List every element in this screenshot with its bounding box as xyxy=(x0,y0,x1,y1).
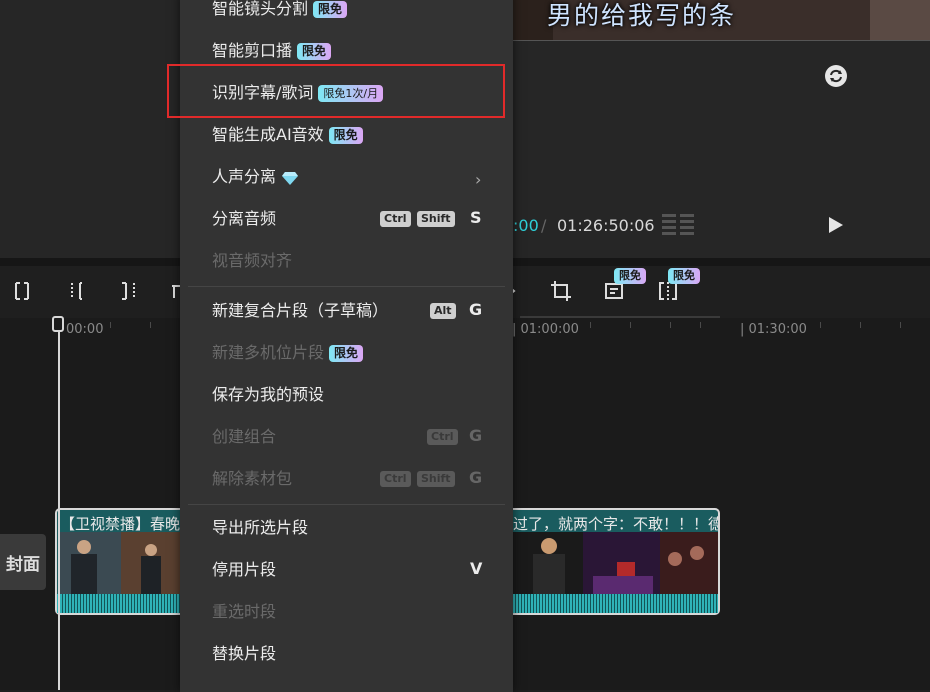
ruler-label: | 01:00:00 xyxy=(512,322,579,337)
shortcut-key: Ctrl xyxy=(427,429,458,445)
clip-title: 【卫视禁播】春晚 xyxy=(60,515,181,533)
free-badge: 限免 xyxy=(313,1,348,18)
menu-item-create-group: 创建组合 xyxy=(212,426,276,448)
menu-item-label: 人声分离 xyxy=(212,167,277,186)
menu-item-label: 智能镜头分割 xyxy=(212,0,309,18)
ruler-tick xyxy=(860,322,861,328)
free-badge: 限免 xyxy=(329,345,364,362)
menu-item-label: 重选时段 xyxy=(212,602,277,621)
menu-item-label: 导出所选片段 xyxy=(212,518,309,537)
play-button[interactable] xyxy=(826,215,846,235)
shortcut-key: Alt xyxy=(430,303,456,319)
media-panel xyxy=(0,0,180,258)
time-separator: / xyxy=(541,216,547,235)
ruler-label: 00:00 xyxy=(66,322,104,337)
delete-icon[interactable] xyxy=(170,280,180,302)
split-left-icon[interactable] xyxy=(66,280,88,302)
chevron-right-icon: › xyxy=(475,170,482,189)
ruler-label: | 01:30:00 xyxy=(740,322,807,337)
menu-item-label: 视音频对齐 xyxy=(212,251,293,270)
menu-item-export-selected[interactable]: 导出所选片段 xyxy=(212,517,308,539)
menu-item-av-align: 视音频对齐 xyxy=(212,250,292,272)
menu-item-label: 智能生成AI音效 xyxy=(212,125,324,144)
ruler-tick xyxy=(150,322,151,328)
video-subtitle: 男的给我写的条 xyxy=(547,1,737,30)
ruler-tick xyxy=(670,322,671,328)
shortcut-letter: G xyxy=(469,300,483,319)
current-time: :00 xyxy=(513,216,539,235)
menu-item-label: 解除素材包 xyxy=(212,469,293,488)
tool-free-badge: 限免 xyxy=(614,268,646,284)
ruler-tick xyxy=(110,322,111,328)
free-badge: 限免 xyxy=(328,127,363,144)
ruler-tick xyxy=(820,322,821,328)
clip-thumbnail xyxy=(59,532,121,594)
total-duration: 01:26:50:06 xyxy=(557,216,655,235)
clip-thumbnail xyxy=(121,532,180,594)
menu-item-label: 分离音频 xyxy=(212,209,277,228)
menu-item-label: 新建多机位片段 xyxy=(212,343,325,362)
menu-separator xyxy=(188,504,505,505)
menu-item-smart-talk-cut[interactable]: 智能剪口播 限免 xyxy=(212,40,332,62)
menu-item-save-preset[interactable]: 保存为我的预设 xyxy=(212,384,324,406)
split-right-icon[interactable] xyxy=(118,280,140,302)
menu-separator xyxy=(188,286,505,287)
menu-item-ungroup-package: 解除素材包 xyxy=(212,468,292,490)
menu-item-new-compound-clip[interactable]: 新建复合片段（子草稿） xyxy=(212,300,388,322)
ruler-tick xyxy=(700,322,701,328)
ruler-tick xyxy=(590,322,591,328)
ruler-tick xyxy=(900,322,901,328)
ruler-progress xyxy=(520,316,720,318)
shortcut-key: Ctrl xyxy=(380,211,411,227)
shortcut-letter: G xyxy=(469,426,483,445)
menu-item-new-multicam: 新建多机位片段 限免 xyxy=(212,342,364,364)
menu-item-label: 替换片段 xyxy=(212,644,277,663)
menu-item-disable-clip[interactable]: 停用片段 xyxy=(212,559,276,581)
loop-icon[interactable] xyxy=(823,63,849,89)
video-preview[interactable]: 男的给我写的条 xyxy=(513,0,930,41)
tool-free-badge: 限免 xyxy=(668,268,700,284)
shortcut-letter: G xyxy=(469,468,483,487)
shortcut-key: Ctrl xyxy=(380,471,411,487)
shortcut-key: Shift xyxy=(417,211,455,227)
highlight-annotation xyxy=(167,64,505,118)
playhead[interactable] xyxy=(58,322,60,690)
crop-icon[interactable] xyxy=(550,280,572,302)
shortcut-letter: V xyxy=(470,559,483,578)
diamond-icon xyxy=(282,171,299,185)
clip-thumbnail xyxy=(660,532,718,594)
free-badge: 限免 xyxy=(297,43,332,60)
menu-item-label: 保存为我的预设 xyxy=(212,385,325,404)
menu-item-ai-sound-effects[interactable]: 智能生成AI音效 限免 xyxy=(212,124,363,146)
ruler-tick xyxy=(630,322,631,328)
cover-button[interactable]: 封面 xyxy=(0,534,46,590)
menu-item-reselect-range: 重选时段 xyxy=(212,601,276,623)
split-icon[interactable] xyxy=(12,280,34,302)
menu-item-smart-shot-split[interactable]: 智能镜头分割 限免 xyxy=(212,0,348,20)
shortcut-letter: S xyxy=(470,208,482,227)
playhead-handle[interactable] xyxy=(52,316,64,332)
menu-item-replace-clip[interactable]: 替换片段 xyxy=(212,643,276,665)
clip-thumbnail xyxy=(513,532,583,594)
shortcut-key: Shift xyxy=(417,471,455,487)
menu-item-label: 停用片段 xyxy=(212,560,277,579)
menu-item-separate-audio[interactable]: 分离音频 xyxy=(212,208,276,230)
clip-thumbnail xyxy=(583,532,660,594)
menu-item-label: 创建组合 xyxy=(212,427,277,446)
clip-title: 过了，就两个字：不敢！！！德云 xyxy=(513,515,718,533)
menu-item-label: 新建复合片段（子草稿） xyxy=(212,301,389,320)
menu-item-label: 智能剪口播 xyxy=(212,41,293,60)
audio-meter-icon[interactable] xyxy=(662,212,696,238)
menu-item-vocal-separation[interactable]: 人声分离 xyxy=(212,166,299,188)
